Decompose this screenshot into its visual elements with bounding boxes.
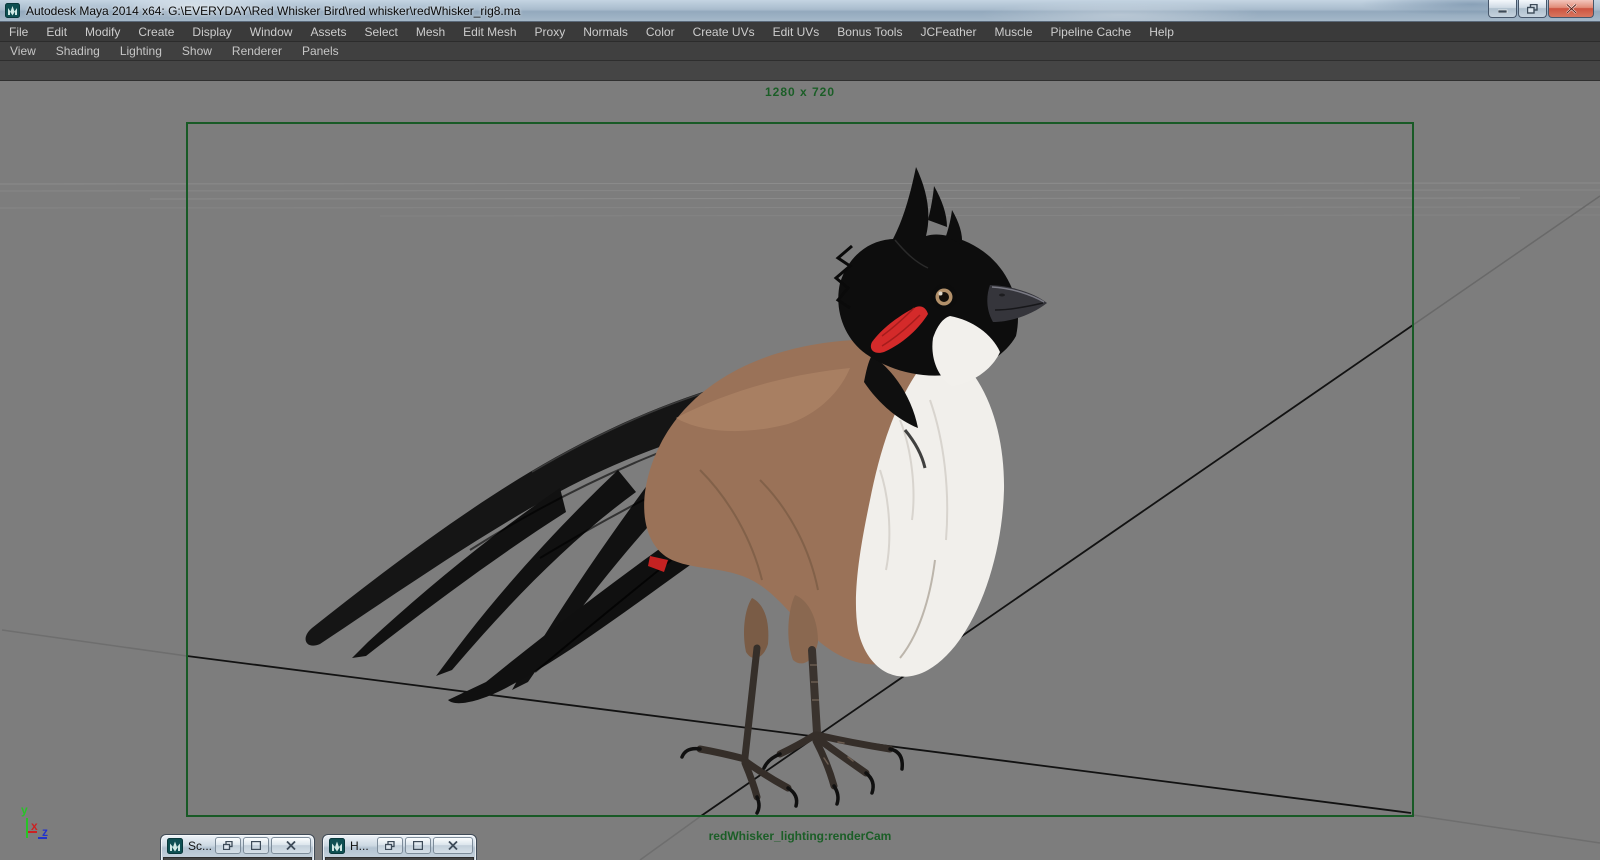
menu-item[interactable]: Proxy [526, 25, 575, 39]
title-bar[interactable]: Autodesk Maya 2014 x64: G:\EVERYDAY\Red … [0, 0, 1600, 22]
restore-button[interactable] [377, 837, 403, 854]
resolution-label: 1280 x 720 [187, 85, 1413, 99]
maximize-button[interactable] [405, 837, 431, 854]
menu-item[interactable]: Normals [574, 25, 637, 39]
menu-item[interactable]: Assets [301, 25, 355, 39]
menu-item[interactable]: JCFeather [911, 25, 985, 39]
menu-item[interactable]: Edit UVs [764, 25, 829, 39]
feet [682, 735, 902, 813]
maya-logo-icon [329, 838, 345, 854]
menu-item[interactable]: Create UVs [684, 25, 764, 39]
maya-logo-icon [167, 838, 183, 854]
menu-item[interactable]: Create [129, 25, 183, 39]
panel-menu-item[interactable]: Shading [46, 44, 110, 58]
menu-item[interactable]: Color [637, 25, 684, 39]
menu-item[interactable]: Bonus Tools [828, 25, 911, 39]
scene-canvas: y x z [0, 81, 1600, 860]
maya-application-window: Autodesk Maya 2014 x64: G:\EVERYDAY\Red … [0, 0, 1600, 860]
minimized-window[interactable]: H... [322, 834, 477, 860]
maximize-button[interactable] [243, 837, 269, 854]
close-button[interactable] [271, 837, 311, 854]
menu-item[interactable]: File [0, 25, 37, 39]
axis-indicator: y x z [21, 803, 48, 839]
minimized-window-title: Sc... [188, 839, 212, 853]
minimized-windows: Sc... H... [160, 834, 477, 860]
bird-model[interactable] [306, 167, 1047, 813]
menu-item[interactable]: Select [355, 25, 406, 39]
minimized-window[interactable]: Sc... [160, 834, 315, 860]
panel-menu-bar: ViewShadingLightingShowRendererPanels [0, 42, 1600, 61]
restore-button[interactable] [1518, 0, 1547, 18]
menu-item[interactable]: Pipeline Cache [1042, 25, 1141, 39]
menu-item[interactable]: Edit Mesh [454, 25, 525, 39]
close-button[interactable] [1548, 0, 1594, 18]
panel-menu-item[interactable]: View [0, 44, 46, 58]
eye [931, 284, 957, 310]
beak [987, 285, 1047, 322]
window-title: Autodesk Maya 2014 x64: G:\EVERYDAY\Red … [26, 4, 520, 18]
panel-toolbar [0, 61, 1600, 81]
panel-menu-item[interactable]: Show [172, 44, 222, 58]
main-menu-bar: FileEditModifyCreateDisplayWindowAssetsS… [0, 22, 1600, 42]
minimize-button[interactable] [1488, 0, 1517, 18]
menu-item[interactable]: Edit [37, 25, 76, 39]
panel-menu-item[interactable]: Renderer [222, 44, 292, 58]
menu-item[interactable]: Muscle [985, 25, 1041, 39]
minimized-window-title: H... [350, 839, 369, 853]
horizon-lines [0, 183, 1600, 216]
svg-text:y: y [21, 803, 28, 817]
menu-item[interactable]: Window [241, 25, 302, 39]
menu-item[interactable]: Mesh [407, 25, 454, 39]
restore-button[interactable] [215, 837, 241, 854]
close-button[interactable] [433, 837, 473, 854]
maya-logo-icon [5, 3, 20, 18]
panel-menu-item[interactable]: Panels [292, 44, 349, 58]
menu-item[interactable]: Display [183, 25, 240, 39]
menu-item[interactable]: Modify [76, 25, 129, 39]
menu-item[interactable]: Help [1140, 25, 1183, 39]
panel-menu-item[interactable]: Lighting [110, 44, 172, 58]
perspective-viewport[interactable]: y x z 1280 x 720 redWhisker_lighting:ren… [0, 81, 1600, 860]
svg-text:x: x [31, 819, 38, 833]
svg-text:z: z [42, 825, 48, 839]
